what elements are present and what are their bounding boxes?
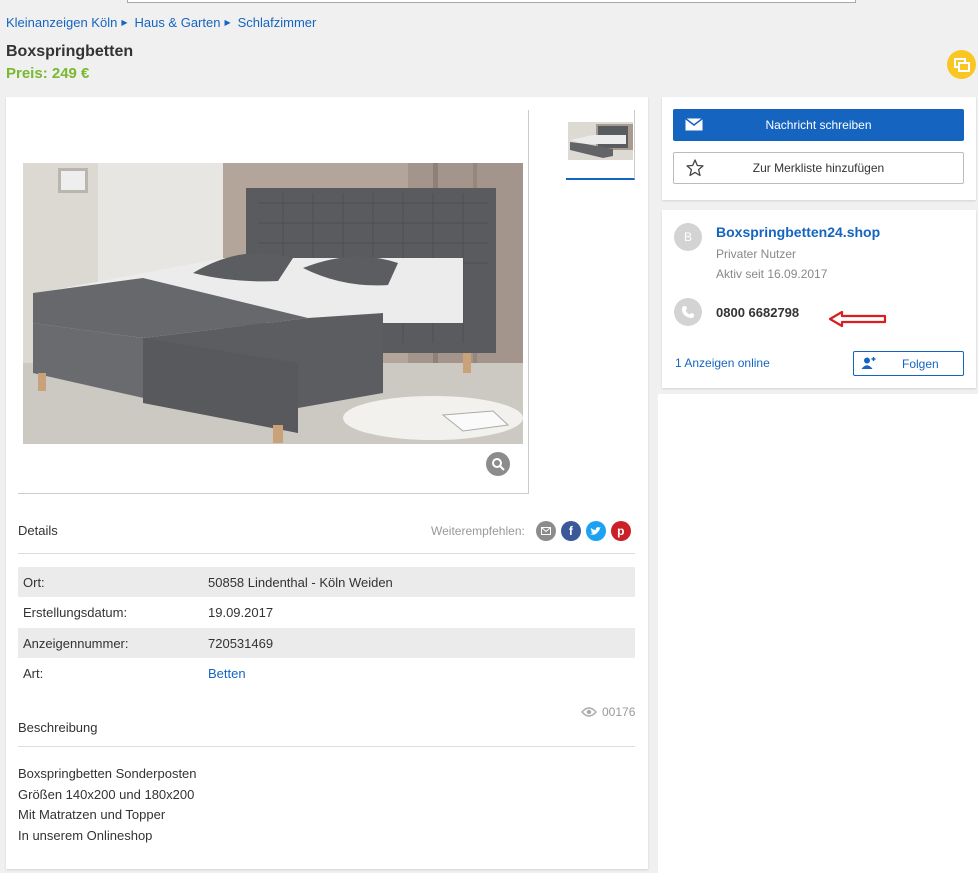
sidebar-area: [658, 394, 978, 873]
add-to-watchlist-button[interactable]: Zur Merkliste hinzufügen: [673, 152, 964, 184]
detail-key: Art:: [23, 666, 44, 681]
breadcrumb-item-city[interactable]: Kleinanzeigen Köln: [6, 15, 117, 30]
detail-value: 720531469: [208, 636, 274, 651]
detail-key: Anzeigennummer:: [23, 636, 129, 651]
thumbnail-1[interactable]: [566, 110, 635, 180]
eye-icon: [581, 707, 597, 717]
twitter-icon[interactable]: [585, 521, 606, 541]
phone-number[interactable]: 0800 6682798: [716, 305, 799, 320]
detail-row-ad-number: Anzeigennummer: 720531469: [18, 628, 635, 658]
description-line: In unserem Onlineshop: [18, 827, 153, 843]
breadcrumb-item-category[interactable]: Haus & Garten: [134, 15, 220, 30]
zoom-button[interactable]: [486, 452, 510, 476]
window-stack-icon: [953, 57, 970, 72]
annotation-arrow-icon: [828, 310, 887, 328]
listing-price: Preis: 249 €: [6, 65, 90, 82]
detail-type-link[interactable]: Betten: [208, 666, 246, 681]
contact-card: Nachricht schreiben Zur Merkliste hinzuf…: [662, 97, 976, 200]
pinterest-icon[interactable]: p: [610, 521, 631, 541]
view-count: 00176: [602, 705, 636, 719]
description-line: Boxspringbetten Sonderposten: [18, 766, 197, 781]
follow-button[interactable]: Folgen: [853, 351, 964, 376]
add-to-watchlist-label: Zur Merkliste hinzufügen: [752, 161, 885, 175]
envelope-icon[interactable]: [535, 521, 556, 541]
magnifier-icon: [492, 458, 505, 471]
description-divider: [18, 746, 635, 747]
avatar: B: [674, 223, 702, 251]
write-message-button[interactable]: Nachricht schreiben: [673, 109, 964, 141]
share-label: Weiterempfehlen:: [431, 524, 525, 538]
breadcrumb-separator-icon: ▶: [224, 18, 231, 27]
description-text: Boxspringbetten Sonderposten Größen 140x…: [18, 764, 197, 846]
detail-row-type: Art: Betten: [18, 658, 635, 688]
description-heading: Beschreibung: [18, 720, 98, 735]
seller-type: Privater Nutzer: [716, 247, 797, 261]
details-divider: [18, 553, 635, 554]
seller-ads-link[interactable]: 1 Anzeigen online: [675, 356, 770, 370]
detail-row-date: Erstellungsdatum: 19.09.2017: [18, 597, 635, 627]
detail-row-location: Ort: 50858 Lindenthal - Köln Weiden: [18, 567, 635, 597]
detail-value: 19.09.2017: [208, 605, 274, 620]
detail-key: Erstellungsdatum:: [23, 605, 128, 620]
image-gallery: [18, 110, 529, 494]
gallery-toggle-button[interactable]: [947, 50, 976, 79]
details-heading: Details: [18, 523, 58, 538]
phone-icon: [674, 298, 702, 326]
breadcrumb-separator-icon: ▶: [121, 18, 128, 27]
breadcrumb-item-subcategory[interactable]: Schlafzimmer: [238, 15, 317, 30]
seller-active-since: Aktiv seit 16.09.2017: [716, 267, 828, 281]
share-row: Weiterempfehlen: f p: [431, 521, 631, 541]
view-counter: 00176: [581, 705, 635, 719]
description-line: Größen 140x200 und 180x200: [18, 786, 195, 802]
facebook-icon[interactable]: f: [560, 521, 581, 541]
detail-value: 50858 Lindenthal - Köln Weiden: [208, 575, 393, 590]
main-image[interactable]: [23, 163, 523, 444]
seller-card: B Boxspringbetten24.shop Privater Nutzer…: [662, 210, 976, 388]
detail-key: Ort:: [23, 575, 45, 590]
breadcrumb: Kleinanzeigen Köln ▶ Haus & Garten ▶ Schla…: [6, 15, 316, 30]
write-message-label: Nachricht schreiben: [765, 118, 872, 132]
follow-label: Folgen: [902, 357, 939, 371]
listing-card: Details Weiterempfehlen: f p Ort: 50858 …: [6, 97, 648, 869]
thumbnail-image: [568, 122, 633, 160]
description-line: Mit Matratzen und Topper: [18, 807, 166, 822]
listing-title: Boxspringbetten: [6, 43, 134, 60]
search-bar-edge: [127, 0, 856, 3]
add-user-icon: [861, 357, 876, 369]
seller-name-link[interactable]: Boxspringbetten24.shop: [716, 224, 880, 240]
